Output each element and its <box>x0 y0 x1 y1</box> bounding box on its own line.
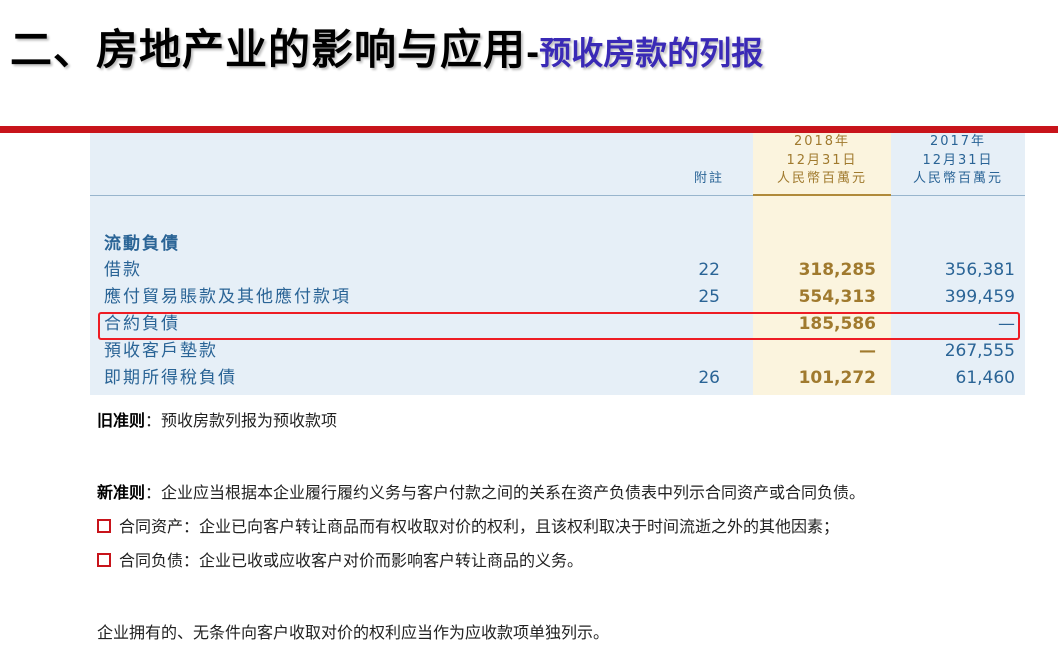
row-label: 預收客戶墊款 <box>104 341 218 361</box>
row-label: 借款 <box>104 260 142 280</box>
table-row: 即期所得稅負債 26 101,272 61,460 <box>90 365 1025 392</box>
row-value-2018: — <box>859 341 876 361</box>
new-rule-line: 新准则：企业应当根据本企业履行履约义务与客户付款之间的关系在资产负债表中列示合同… <box>97 479 865 503</box>
header-2018-unit: 人民幣百萬元 <box>776 171 867 186</box>
new-rule-label: 新准则 <box>97 483 146 502</box>
square-bullet-icon <box>97 553 111 567</box>
row-note: 22 <box>698 260 720 280</box>
row-value-2017: 356,381 <box>944 260 1015 280</box>
row-note: 26 <box>698 368 720 388</box>
row-value-2017: 267,555 <box>944 341 1015 361</box>
title-dash: - <box>526 34 540 72</box>
row-value-2018: 101,272 <box>798 368 876 388</box>
table-row: 借款 22 318,285 356,381 <box>90 257 1025 284</box>
section-current-liabilities: 流動負債 <box>104 234 180 254</box>
contract-liability-highlight <box>98 312 1020 340</box>
old-rule-line: 旧准则：预收房款列报为预收款项 <box>97 407 337 431</box>
table-row: 應付貿易賬款及其他應付款項 25 554,313 399,459 <box>90 284 1025 311</box>
table-row: 預收客戶墊款 — 267,555 <box>90 338 1025 365</box>
header-2017-date: 12月31日 <box>922 153 994 168</box>
page-title: 二、房地产业的影响与应用-预收房款的列报 <box>10 16 763 76</box>
row-label: 即期所得稅負債 <box>104 368 237 388</box>
bullet-contract-asset: 合同资产：企业已向客户转让商品而有权收取对价的权利，且该权利取决于时间流逝之外的… <box>97 513 839 537</box>
header-2018-date: 12月31日 <box>786 153 858 168</box>
title-separator <box>0 126 1058 133</box>
title-main: 二、房地产业的影响与应用 <box>10 25 527 74</box>
bullet-text: 合同负债：企业已收或应收客户对价而影响客户转让商品的义务。 <box>119 551 584 570</box>
header-2017-unit: 人民幣百萬元 <box>912 171 1003 186</box>
old-rule-label: 旧准则 <box>97 411 146 430</box>
header-note: 附註 <box>694 171 725 186</box>
header-2017-year: 2017年 <box>929 134 987 149</box>
new-rule-text: ：企业应当根据本企业履行履约义务与客户付款之间的关系在资产负债表中列示合同资产或… <box>145 483 866 502</box>
row-value-2017: 61,460 <box>955 368 1015 388</box>
financial-statement-table: 2018年 12月31日 人民幣百萬元 2017年 12月31日 人民幣百萬元 … <box>90 133 1025 395</box>
old-rule-text: ：预收房款列报为预收款项 <box>145 411 338 430</box>
header-divider-2018 <box>753 194 891 196</box>
title-sub: 预收房款的列报 <box>539 34 764 72</box>
square-bullet-icon <box>97 519 111 533</box>
row-value-2017: 399,459 <box>944 287 1015 307</box>
bullet-contract-liability: 合同负债：企业已收或应收客户对价而影响客户转让商品的义务。 <box>97 547 583 571</box>
row-value-2018: 554,313 <box>798 287 876 307</box>
header-2018-year: 2018年 <box>793 134 851 149</box>
bullet-text: 合同资产：企业已向客户转让商品而有权收取对价的权利，且该权利取决于时间流逝之外的… <box>119 517 840 536</box>
closing-note: 企业拥有的、无条件向客户收取对价的权利应当作为应收款项单独列示。 <box>97 623 610 642</box>
row-note: 25 <box>698 287 720 307</box>
row-value-2018: 318,285 <box>798 260 876 280</box>
row-label: 應付貿易賬款及其他應付款項 <box>104 287 351 307</box>
